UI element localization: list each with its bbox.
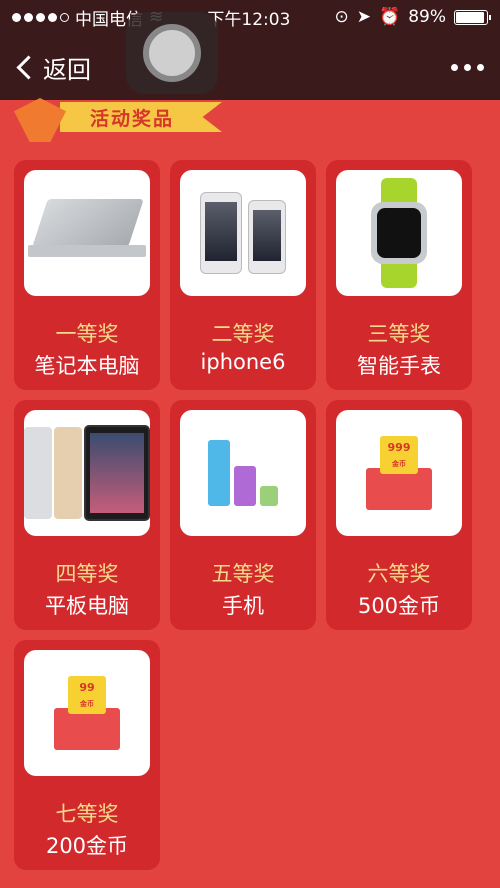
signal-icon <box>12 12 69 22</box>
location-icon: ➤ <box>356 7 372 27</box>
prize-tier: 七等奖 <box>55 802 119 826</box>
prize-card-4[interactable]: 四等奖 平板电脑 <box>14 400 160 630</box>
status-time: 下午12:03 <box>207 9 291 30</box>
prize-card-2[interactable]: 二等奖 iphone6 <box>170 160 316 390</box>
leaf-icon <box>14 98 66 142</box>
assistive-touch-button[interactable] <box>126 12 218 94</box>
prize-image <box>24 170 150 296</box>
laptop-icon <box>28 193 146 273</box>
prize-card-1[interactable]: 一等奖 笔记本电脑 <box>14 160 160 390</box>
dot-icon <box>451 63 458 71</box>
prize-tier: 一等奖 <box>55 322 119 346</box>
prize-card-7[interactable]: 99 金币 七等奖 200金币 <box>14 640 160 870</box>
status-bar: 中国电信 ≋ 下午12:03 ⊙ ➤ ⏰ 89% <box>0 0 500 34</box>
iphone-icon <box>200 192 286 274</box>
battery-icon <box>454 9 491 25</box>
coin-amount: 99 金币 <box>68 676 106 714</box>
prize-image <box>180 170 306 296</box>
red-envelope-icon: 99 金币 <box>54 676 120 750</box>
section-title: 活动奖品 <box>90 108 175 130</box>
prize-tier: 四等奖 <box>55 562 119 586</box>
prize-tier: 三等奖 <box>367 322 431 346</box>
prize-name: 笔记本电脑 <box>34 354 140 378</box>
coin-amount: 999 金币 <box>380 436 418 474</box>
prize-name: iphone6 <box>200 350 286 374</box>
smartwatch-icon <box>363 178 435 288</box>
prize-name: 200金币 <box>45 834 129 858</box>
prize-card-5[interactable]: 五等奖 手机 <box>170 400 316 630</box>
status-right: ⊙ ➤ ⏰ 89% <box>334 7 491 27</box>
prize-image: 999 金币 <box>336 410 462 536</box>
red-envelope-icon: 999 金币 <box>366 436 432 510</box>
more-options-button[interactable] <box>451 63 484 71</box>
prize-image <box>180 410 306 536</box>
dot-icon <box>477 63 484 71</box>
prize-card-6[interactable]: 999 金币 六等奖 500金币 <box>326 400 472 630</box>
prize-image: 99 金币 <box>24 650 150 776</box>
prize-image <box>336 170 462 296</box>
prize-name: 手机 <box>222 594 264 618</box>
section-banner: 活动奖品 <box>0 98 230 142</box>
battery-percent: 89% <box>408 7 446 27</box>
alarm-icon: ⏰ <box>379 7 401 27</box>
prize-grid: 一等奖 笔记本电脑 二等奖 iphone6 三等奖 智能手表 四等奖 平板电脑 … <box>14 160 476 870</box>
chevron-left-icon <box>16 54 41 80</box>
prize-name: 平板电脑 <box>45 594 129 618</box>
back-label: 返回 <box>43 55 91 84</box>
prize-name: 智能手表 <box>357 354 441 378</box>
prize-card-3[interactable]: 三等奖 智能手表 <box>326 160 472 390</box>
assistive-touch-icon <box>143 24 201 82</box>
dot-icon <box>464 63 471 71</box>
prize-image <box>24 410 150 536</box>
prize-tier: 二等奖 <box>211 322 275 346</box>
prize-tier: 五等奖 <box>211 562 275 586</box>
back-button[interactable]: 返回 <box>16 50 91 85</box>
rotation-lock-icon: ⊙ <box>334 7 349 27</box>
tablet-icon <box>24 425 150 521</box>
prize-tier: 六等奖 <box>367 562 431 586</box>
prize-name: 500金币 <box>357 594 441 618</box>
nav-bar: 返回 <box>0 34 500 100</box>
mp3-player-icon <box>208 440 278 506</box>
